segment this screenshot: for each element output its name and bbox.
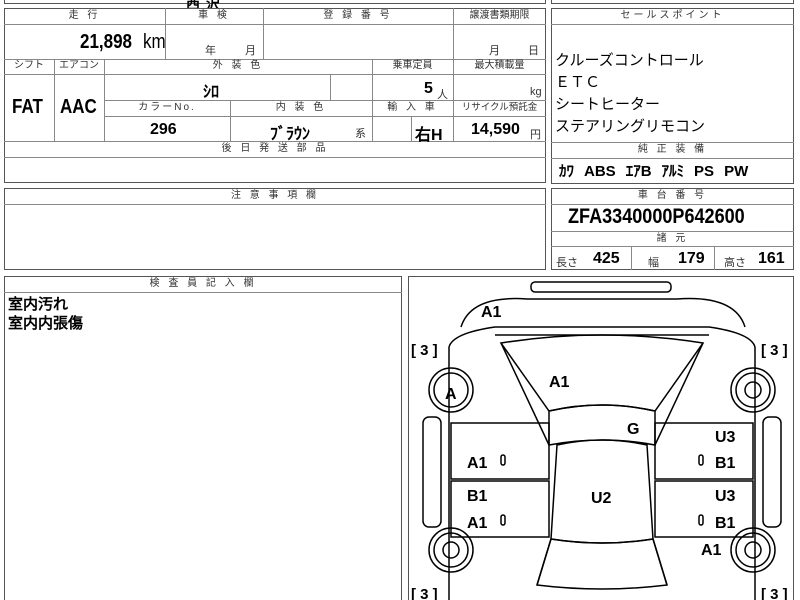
damage-lr-door-top: B1 xyxy=(467,488,488,505)
capacity-unit: 人 xyxy=(437,89,448,101)
bracket-top-right: [ 3 ] xyxy=(761,342,788,359)
height-label: 高さ xyxy=(724,257,746,269)
header-ext-color: 外 装 色 xyxy=(212,60,264,71)
ext-color-value: ｼﾛ xyxy=(203,84,220,101)
inspector-note: 室内内張傷 xyxy=(8,315,84,332)
equipment-item: ｴｱB xyxy=(625,163,652,180)
damage-rf-door-top: U3 xyxy=(715,429,736,446)
header-capacity: 乗車定員 xyxy=(392,60,433,71)
int-color-suffix: 系 xyxy=(355,128,366,140)
sales-point-item: クルーズコントロール xyxy=(555,52,704,69)
header-shift: シフト xyxy=(14,60,44,71)
damage-windshield: G xyxy=(627,421,639,438)
sales-point-item: ステアリングリモコン xyxy=(555,118,706,135)
load-unit: kg xyxy=(530,86,542,98)
length-label: 長さ xyxy=(556,257,578,269)
damage-rf-door-bottom: B1 xyxy=(715,455,736,472)
header-ac: エアコン xyxy=(59,60,99,71)
header-mileage: 走 行 xyxy=(68,10,101,21)
damage-lr-door-bottom: A1 xyxy=(467,515,488,532)
height-value: 161 xyxy=(758,250,785,267)
inspector-note: 室内汚れ xyxy=(8,296,69,313)
header-import: 輸 入 車 xyxy=(387,102,438,113)
equipment-item: PW xyxy=(724,163,749,180)
dimensions-header: 諸 元 xyxy=(656,233,689,244)
damage-rr-door-top: U3 xyxy=(715,488,736,505)
header-recycle: リサイクル預託金 xyxy=(461,102,538,113)
width-label: 幅 xyxy=(648,257,659,269)
top-strip-right xyxy=(551,0,794,4)
mileage-value: 21,898 xyxy=(80,31,132,53)
header-max-load: 最大積載量 xyxy=(474,60,525,71)
shaken-month-unit: 月 xyxy=(245,45,256,57)
header-later-parts: 後 日 発 送 部 品 xyxy=(221,143,329,154)
sales-point-item: ＥＴＣ xyxy=(555,74,601,91)
car-diagram-panel: [ 3 ] [ 3 ] [ 3 ] [ 3 ] A1 A1 A G U3 B1 … xyxy=(408,276,794,600)
notes-header: 注 意 事 項 欄 xyxy=(230,190,320,201)
recycle-unit: 円 xyxy=(530,129,541,141)
bracket-top-left: [ 3 ] xyxy=(411,342,438,359)
chassis-number: ZFA3340000P642600 xyxy=(568,205,745,228)
length-value: 425 xyxy=(593,250,620,267)
sales-point-header: セールスポイント xyxy=(620,10,725,21)
shift-value: FAT xyxy=(12,96,43,118)
car-diagram: [ 3 ] [ 3 ] [ 3 ] [ 3 ] A1 A1 A G U3 B1 … xyxy=(411,281,788,600)
damage-wheel-fl: A xyxy=(445,386,457,403)
capacity-value: 5 xyxy=(424,80,433,97)
damage-rr-door-bottom: B1 xyxy=(715,515,736,532)
equipment-item: ｱﾙﾐ xyxy=(661,163,685,180)
damage-rr-fender: A1 xyxy=(701,542,722,559)
ac-value: AAC xyxy=(60,96,97,118)
equipment-list: ｶﾜ ABS ｴｱB ｱﾙﾐ PS PW xyxy=(559,160,748,181)
equipment-header: 純 正 装 備 xyxy=(637,144,708,155)
equipment-item: ABS xyxy=(584,163,616,180)
header-int-color: 内 装 色 xyxy=(275,102,327,113)
header-shaken: 車 検 xyxy=(198,10,230,21)
mileage-unit: km xyxy=(143,31,166,53)
transfer-month-unit: 月 xyxy=(489,45,500,57)
shaken-year-unit: 年 xyxy=(205,45,216,57)
transfer-day-unit: 日 xyxy=(528,45,539,57)
sales-point-item: シートヒーター xyxy=(555,96,661,113)
header-color-no: カラーNo. xyxy=(138,102,196,113)
bracket-bottom-left: [ 3 ] xyxy=(411,586,438,600)
top-strip xyxy=(4,0,546,4)
equipment-item: PS xyxy=(694,163,715,180)
damage-front-bumper: A1 xyxy=(481,304,502,321)
int-color-value: ﾌﾞﾗｳﾝ xyxy=(270,126,311,143)
damage-bonnet: A1 xyxy=(549,374,570,391)
chassis-header: 車 台 番 号 xyxy=(637,190,708,201)
recycle-value: 14,590 xyxy=(471,121,520,138)
damage-lf-door: A1 xyxy=(467,455,488,472)
width-value: 179 xyxy=(678,250,705,267)
equipment-item: ｶﾜ xyxy=(559,163,575,180)
damage-roof: U2 xyxy=(591,490,612,507)
color-no-value: 296 xyxy=(150,121,177,138)
header-registration: 登 録 番 号 xyxy=(323,10,393,21)
inspector-header: 検 査 員 記 入 欄 xyxy=(149,278,257,289)
header-transfer-deadline: 譲渡書類期限 xyxy=(469,10,530,21)
bracket-bottom-right: [ 3 ] xyxy=(761,586,788,600)
